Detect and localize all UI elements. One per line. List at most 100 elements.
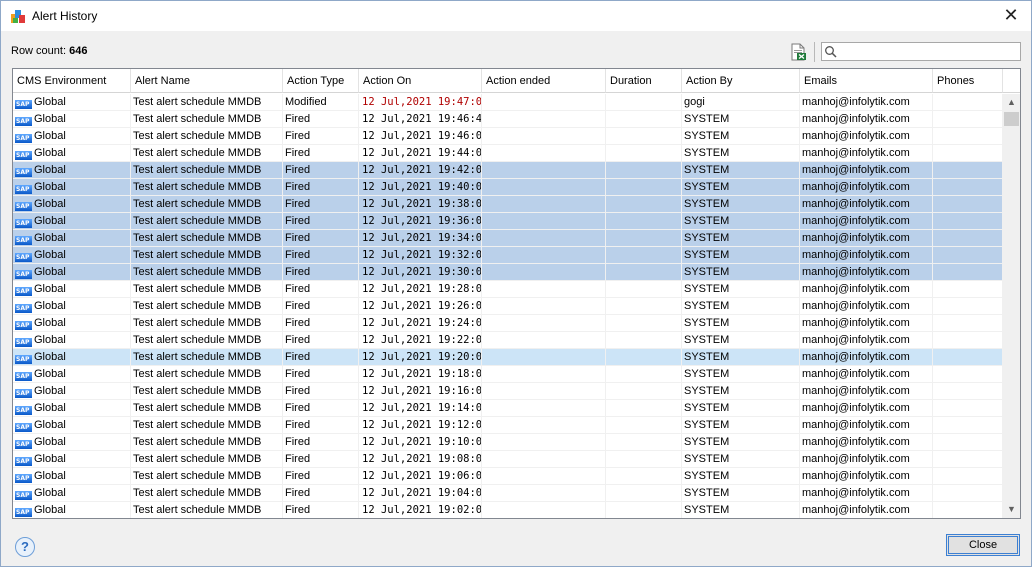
table-row[interactable]: SAP Global Test alert schedule MMDB Modifie… xyxy=(13,94,1003,111)
column-header-emails[interactable]: Emails xyxy=(800,69,933,93)
sap-icon: SAP xyxy=(15,474,32,483)
scroll-down-arrow-icon[interactable]: ▼ xyxy=(1003,501,1020,518)
cell-duration xyxy=(606,417,682,434)
table-header: CMS Environment Alert Name Action Type Acti… xyxy=(13,69,1020,93)
cell-duration xyxy=(606,468,682,485)
cell-env: SAP Global xyxy=(13,145,131,162)
table-row[interactable]: SAP Global Test alert schedule MMDB Fired 12… xyxy=(13,247,1003,264)
cell-env: SAP Global xyxy=(13,400,131,417)
cell-type: Fired xyxy=(283,468,359,485)
table-row[interactable]: SAP Global Test alert schedule MMDB Fired 12… xyxy=(13,417,1003,434)
table-row[interactable]: SAP Global Test alert schedule MMDB Fired 12… xyxy=(13,502,1003,518)
table-row[interactable]: SAP Global Test alert schedule MMDB Fired 12… xyxy=(13,264,1003,281)
cell-phones xyxy=(933,145,1003,162)
table-row[interactable]: SAP Global Test alert schedule MMDB Fired 12… xyxy=(13,281,1003,298)
cell-ended xyxy=(482,213,606,230)
sap-icon: SAP xyxy=(15,202,32,211)
cell-on: 12 Jul,2021 19:47:02 xyxy=(359,94,482,111)
cell-env: SAP Global xyxy=(13,162,131,179)
table-row[interactable]: SAP Global Test alert schedule MMDB Fired 12… xyxy=(13,128,1003,145)
cell-phones xyxy=(933,298,1003,315)
table-body: SAP Global Test alert schedule MMDB Modifie… xyxy=(13,94,1003,518)
column-header-phones[interactable]: Phones xyxy=(933,69,1003,93)
cell-by: SYSTEM xyxy=(682,315,800,332)
column-header-action-on[interactable]: Action On xyxy=(359,69,482,93)
cell-by: SYSTEM xyxy=(682,298,800,315)
column-header-action-ended[interactable]: Action ended xyxy=(482,69,606,93)
cell-on: 12 Jul,2021 19:36:01 xyxy=(359,213,482,230)
cell-phones xyxy=(933,485,1003,502)
table-row[interactable]: SAP Global Test alert schedule MMDB Fired 12… xyxy=(13,366,1003,383)
table-row[interactable]: SAP Global Test alert schedule MMDB Fired 12… xyxy=(13,400,1003,417)
cell-on: 12 Jul,2021 19:22:00 xyxy=(359,332,482,349)
table-row[interactable]: SAP Global Test alert schedule MMDB Fired 12… xyxy=(13,468,1003,485)
cell-type: Fired xyxy=(283,451,359,468)
column-header-action-by[interactable]: Action By xyxy=(682,69,800,93)
column-header-alert-name[interactable]: Alert Name xyxy=(131,69,283,93)
cell-email: manhoj@infolytik.com xyxy=(800,383,933,400)
cell-type: Fired xyxy=(283,298,359,315)
column-header-action-type[interactable]: Action Type xyxy=(283,69,359,93)
cell-env: SAP Global xyxy=(13,196,131,213)
cell-phones xyxy=(933,196,1003,213)
cell-by: SYSTEM xyxy=(682,400,800,417)
cell-email: manhoj@infolytik.com xyxy=(800,468,933,485)
cell-email: manhoj@infolytik.com xyxy=(800,213,933,230)
cell-env: SAP Global xyxy=(13,485,131,502)
cell-type: Fired xyxy=(283,128,359,145)
search-input[interactable] xyxy=(839,44,1017,59)
column-header-duration[interactable]: Duration xyxy=(606,69,682,93)
table-row[interactable]: SAP Global Test alert schedule MMDB Fired 12… xyxy=(13,349,1003,366)
cell-env: SAP Global xyxy=(13,247,131,264)
table-row[interactable]: SAP Global Test alert schedule MMDB Fired 12… xyxy=(13,162,1003,179)
sap-icon: SAP xyxy=(15,457,32,466)
cell-env: SAP Global xyxy=(13,332,131,349)
table-row[interactable]: SAP Global Test alert schedule MMDB Fired 12… xyxy=(13,213,1003,230)
table-row[interactable]: SAP Global Test alert schedule MMDB Fired 12… xyxy=(13,451,1003,468)
cell-ended xyxy=(482,366,606,383)
cell-email: manhoj@infolytik.com xyxy=(800,111,933,128)
cell-env: SAP Global xyxy=(13,94,131,111)
row-count-label: Row count: xyxy=(11,45,67,57)
cell-on: 12 Jul,2021 19:28:00 xyxy=(359,281,482,298)
title-bar[interactable]: Alert History ✕ xyxy=(1,1,1031,31)
window-close-icon[interactable]: ✕ xyxy=(991,1,1031,31)
cell-phones xyxy=(933,247,1003,264)
vertical-scrollbar[interactable]: ▲ ▼ xyxy=(1003,94,1020,518)
table-row[interactable]: SAP Global Test alert schedule MMDB Fired 12… xyxy=(13,434,1003,451)
search-icon xyxy=(825,46,837,58)
scroll-up-arrow-icon[interactable]: ▲ xyxy=(1003,94,1020,111)
cell-email: manhoj@infolytik.com xyxy=(800,162,933,179)
table-row[interactable]: SAP Global Test alert schedule MMDB Fired 12… xyxy=(13,383,1003,400)
table-row[interactable]: SAP Global Test alert schedule MMDB Fired 12… xyxy=(13,298,1003,315)
table-row[interactable]: SAP Global Test alert schedule MMDB Fired 12… xyxy=(13,111,1003,128)
cell-ended xyxy=(482,247,606,264)
sap-icon: SAP xyxy=(15,117,32,126)
cell-email: manhoj@infolytik.com xyxy=(800,485,933,502)
column-header-cms-environment[interactable]: CMS Environment xyxy=(13,69,131,93)
alert-history-table[interactable]: CMS Environment Alert Name Action Type Acti… xyxy=(12,68,1021,519)
sap-icon: SAP xyxy=(15,508,32,517)
help-icon[interactable]: ? xyxy=(15,537,35,557)
cell-env-text: Global xyxy=(34,249,66,261)
cell-duration xyxy=(606,162,682,179)
cell-name: Test alert schedule MMDB xyxy=(131,332,283,349)
table-row[interactable]: SAP Global Test alert schedule MMDB Fired 12… xyxy=(13,315,1003,332)
table-row[interactable]: SAP Global Test alert schedule MMDB Fired 12… xyxy=(13,145,1003,162)
scrollbar-thumb[interactable] xyxy=(1004,112,1019,126)
table-row[interactable]: SAP Global Test alert schedule MMDB Fired 12… xyxy=(13,485,1003,502)
close-button[interactable]: Close xyxy=(946,534,1020,556)
excel-export-icon[interactable] xyxy=(789,43,807,61)
table-row[interactable]: SAP Global Test alert schedule MMDB Fired 12… xyxy=(13,230,1003,247)
cell-env: SAP Global xyxy=(13,111,131,128)
sap-icon: SAP xyxy=(15,219,32,228)
cell-name: Test alert schedule MMDB xyxy=(131,366,283,383)
cell-name: Test alert schedule MMDB xyxy=(131,349,283,366)
table-row[interactable]: SAP Global Test alert schedule MMDB Fired 12… xyxy=(13,196,1003,213)
cell-duration xyxy=(606,230,682,247)
table-row[interactable]: SAP Global Test alert schedule MMDB Fired 12… xyxy=(13,179,1003,196)
search-box[interactable] xyxy=(821,42,1021,61)
cell-by: SYSTEM xyxy=(682,111,800,128)
table-row[interactable]: SAP Global Test alert schedule MMDB Fired 12… xyxy=(13,332,1003,349)
cell-ended xyxy=(482,281,606,298)
